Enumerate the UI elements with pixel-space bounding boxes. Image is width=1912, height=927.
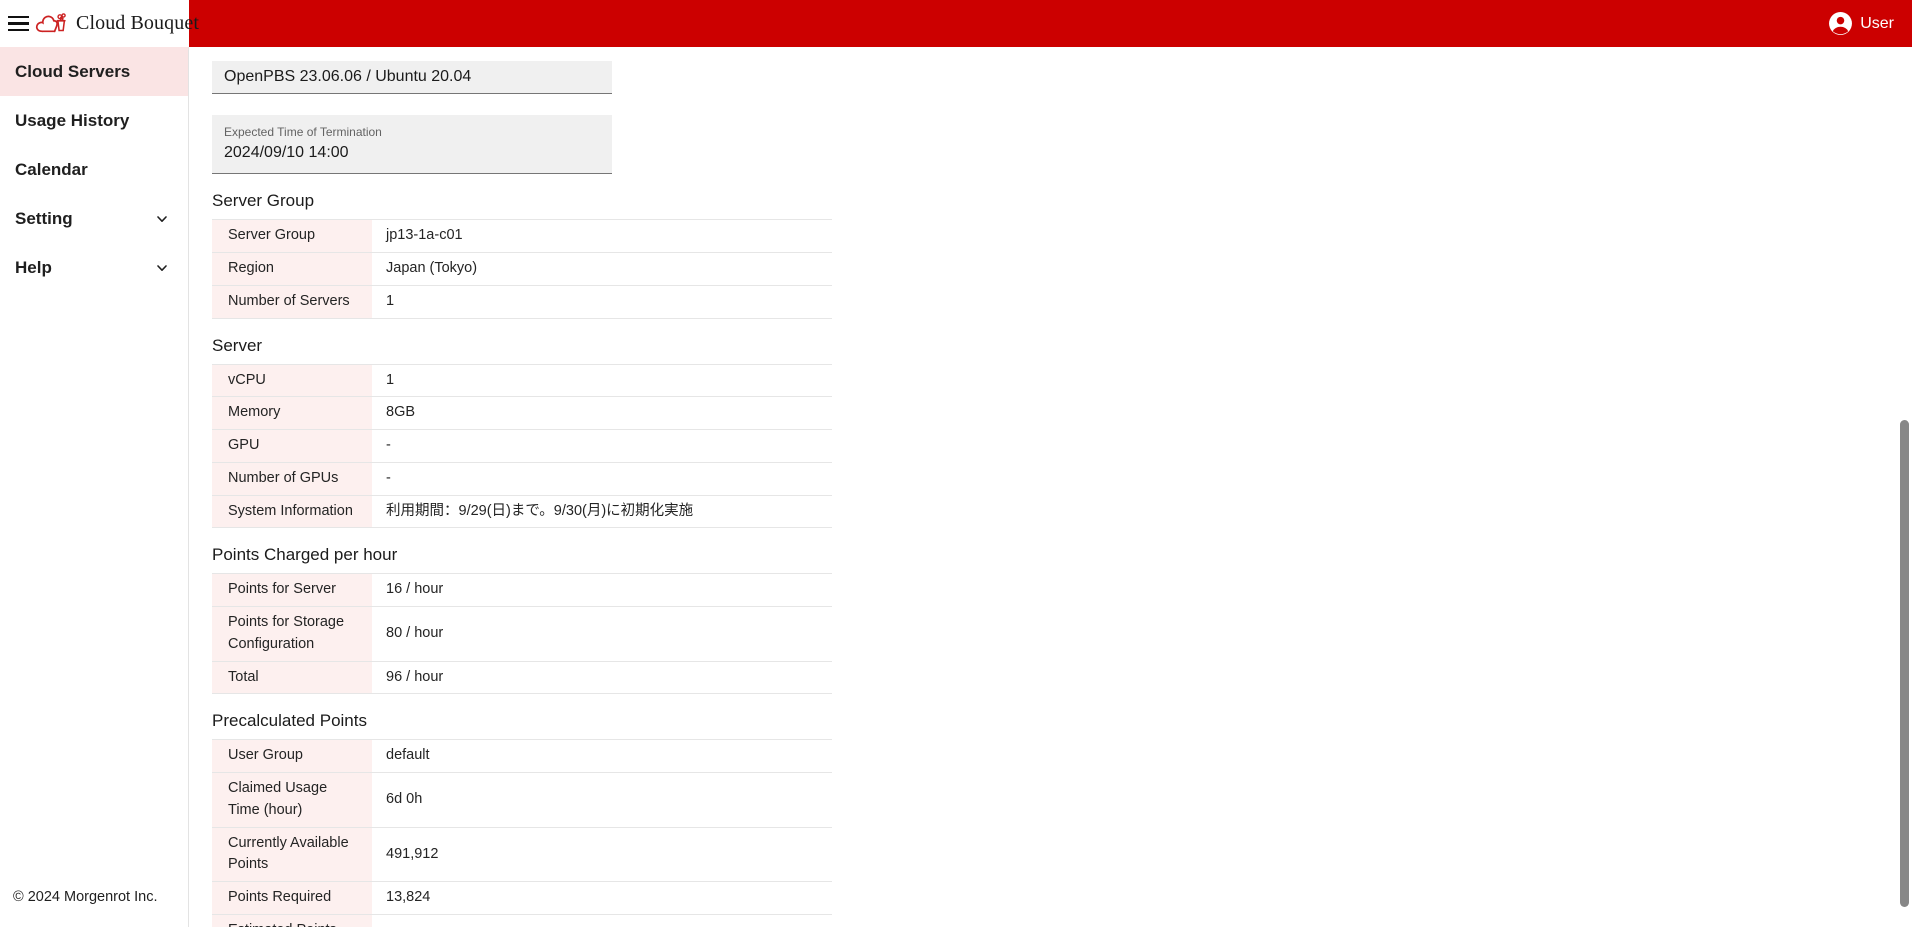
table-row: Points Required 13,824 [212, 881, 832, 915]
table-row: GPU - [212, 429, 832, 463]
row-value: 491,912 [372, 827, 832, 883]
hamburger-menu-icon[interactable] [8, 0, 29, 47]
row-key: System Information [212, 495, 372, 529]
table-row: User Group default [212, 739, 832, 774]
brand[interactable]: Cloud Bouquet [35, 11, 199, 37]
chevron-down-icon [157, 215, 167, 222]
expected-termination-label: Expected Time of Termination [224, 125, 382, 139]
table-row: Memory 8GB [212, 396, 832, 431]
sidebar-item-label: Calendar [15, 159, 88, 179]
row-key: vCPU [212, 363, 372, 398]
sidebar-item-label: Usage History [15, 110, 130, 130]
row-value: 6d 0h [372, 772, 832, 828]
expected-termination-value: 2024/09/10 14:00 [224, 144, 349, 162]
table-row: Total 96 / hour [212, 661, 832, 695]
row-key: User Group [212, 739, 372, 774]
user-label: User [1860, 14, 1894, 32]
appbar-brand-area: Cloud Bouquet [0, 0, 199, 47]
server-image-field[interactable]: OpenPBS 23.06.06 / Ubuntu 20.04 [212, 61, 612, 94]
row-key: GPU [212, 429, 372, 463]
cloud-bouquet-logo-icon [35, 12, 66, 32]
table-row: Number of GPUs - [212, 462, 832, 496]
table-row: vCPU 1 [212, 363, 832, 398]
table-row: Currently Available Points 491,912 [212, 827, 832, 883]
row-value: Japan (Tokyo) [372, 252, 832, 286]
sidebar: Cloud Servers Usage History Calendar Set… [0, 47, 189, 927]
section-title-server: Server [212, 335, 263, 355]
table-row: Estimated Points after Launch 478,088 [212, 914, 832, 927]
sidebar-item-calendar[interactable]: Calendar [0, 145, 188, 194]
sidebar-item-label: Setting [15, 208, 73, 228]
user-menu[interactable]: User [1828, 11, 1912, 36]
vertical-scrollbar-thumb[interactable] [1900, 420, 1909, 907]
main-content: OpenPBS 23.06.06 / Ubuntu 20.04 Expected… [190, 47, 1912, 927]
row-value: 478,088 [372, 914, 832, 927]
row-key: Currently Available Points [212, 827, 372, 883]
table-row: Points for Storage Configuration 80 / ho… [212, 606, 832, 662]
brand-title: Cloud Bouquet [76, 12, 199, 34]
row-value: 96 / hour [372, 661, 832, 695]
chevron-down-icon [157, 264, 167, 271]
row-key: Server Group [212, 219, 372, 254]
section-title-precalculated-points: Precalculated Points [212, 711, 367, 731]
table-row: Claimed Usage Time (hour) 6d 0h [212, 772, 832, 828]
row-key: Points Required [212, 881, 372, 915]
section-title-server-group: Server Group [212, 191, 315, 211]
row-key: Claimed Usage Time (hour) [212, 772, 372, 828]
row-value: 1 [372, 363, 832, 398]
row-value: 利用期間：9/29(日)まで。9/30(月)に初期化実施 [372, 495, 832, 529]
row-key: Number of Servers [212, 285, 372, 319]
precalculated-points-table: User Group default Claimed Usage Time (h… [212, 739, 832, 927]
row-value: - [372, 429, 832, 463]
row-value: default [372, 739, 832, 774]
row-key: Number of GPUs [212, 462, 372, 496]
row-value: - [372, 462, 832, 496]
server-table: vCPU 1 Memory 8GB GPU - Number of GPUs - [212, 363, 832, 529]
footer-copyright: © 2024 Morgenrot Inc. [13, 889, 158, 905]
sidebar-item-usage-history[interactable]: Usage History [0, 96, 188, 145]
row-value: 8GB [372, 396, 832, 431]
sidebar-item-setting[interactable]: Setting [0, 194, 188, 243]
top-app-bar: Cloud Bouquet User [0, 0, 1912, 47]
table-row: Points for Server 16 / hour [212, 573, 832, 608]
points-charged-table: Points for Server 16 / hour Points for S… [212, 573, 832, 695]
sidebar-item-label: Help [15, 257, 52, 277]
row-value: 13,824 [372, 881, 832, 915]
row-value: 16 / hour [372, 573, 832, 608]
row-key: Points for Storage Configuration [212, 606, 372, 662]
account-circle-icon [1829, 12, 1853, 35]
server-image-value: OpenPBS 23.06.06 / Ubuntu 20.04 [224, 68, 472, 85]
row-key: Estimated Points after Launch [212, 914, 372, 927]
page-root: Cloud Bouquet User Cloud Servers Usage H… [0, 0, 1912, 927]
sidebar-item-help[interactable]: Help [0, 243, 188, 292]
table-row: Region Japan (Tokyo) [212, 252, 832, 286]
table-row: Server Group jp13-1a-c01 [212, 219, 832, 254]
table-row: Number of Servers 1 [212, 285, 832, 319]
row-value: 80 / hour [372, 606, 832, 662]
expected-termination-field[interactable]: Expected Time of Termination 2024/09/10 … [212, 115, 612, 175]
row-key: Points for Server [212, 573, 372, 608]
section-title-points-charged: Points Charged per hour [212, 545, 398, 565]
sidebar-item-cloud-servers[interactable]: Cloud Servers [0, 47, 188, 96]
table-row: System Information 利用期間：9/29(日)まで。9/30(月… [212, 495, 832, 529]
row-value: 1 [372, 285, 832, 319]
row-value: jp13-1a-c01 [372, 219, 832, 254]
row-key: Total [212, 661, 372, 695]
row-key: Region [212, 252, 372, 286]
row-key: Memory [212, 396, 372, 431]
vertical-scrollbar-track[interactable] [1897, 47, 1912, 927]
sidebar-item-label: Cloud Servers [15, 61, 131, 81]
server-group-table: Server Group jp13-1a-c01 Region Japan (T… [212, 219, 832, 319]
